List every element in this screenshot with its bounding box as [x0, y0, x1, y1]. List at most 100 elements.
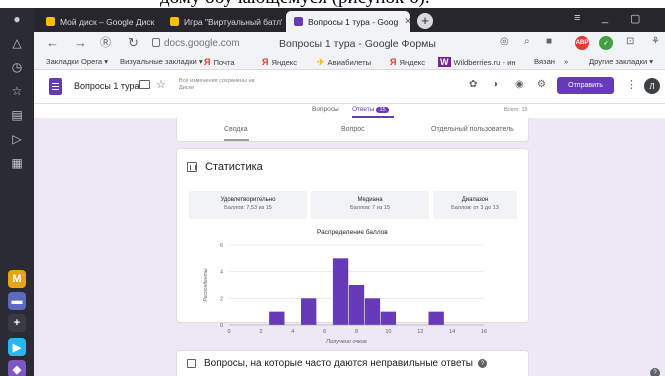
- customize-theme-icon[interactable]: ✿: [469, 79, 477, 90]
- speed-dial-icon[interactable]: △: [8, 34, 26, 52]
- extension-app-icon[interactable]: ◆: [8, 360, 26, 376]
- document-caption: дому обучающемуся (рисунок 6).: [0, 0, 665, 8]
- bookmark-mail[interactable]: Я Почта: [204, 57, 235, 67]
- info-box-icon: [187, 359, 196, 368]
- total-points: Всего: 15: [504, 107, 528, 113]
- x-tick-label: 6: [323, 329, 326, 335]
- minimize-icon[interactable]: _: [602, 12, 608, 24]
- tab-answers[interactable]: Ответы 15: [352, 106, 389, 113]
- bookmark-other[interactable]: Другие закладки ▾: [589, 57, 653, 66]
- bookmark-wildberries[interactable]: W Wildberries.ru - ин: [438, 57, 516, 67]
- extensions-icon[interactable]: ⚘: [651, 36, 660, 47]
- camera-icon[interactable]: ◎: [500, 36, 509, 47]
- subtab-summary[interactable]: Сводка: [224, 126, 248, 133]
- mail-app-icon[interactable]: M: [8, 270, 26, 288]
- avatar[interactable]: Л: [644, 78, 660, 94]
- drive-icon: [46, 17, 55, 26]
- score-distribution-chart: 0 2 4 6 0 2 4 6 8 10 12 14 16 Получено очков Респонден…: [203, 243, 487, 345]
- help-icon[interactable]: ?: [477, 359, 487, 368]
- bookmark-page-icon[interactable]: ■: [546, 36, 552, 47]
- bookmark-opera[interactable]: Закладки Opera ▾: [46, 57, 108, 66]
- tab-google-drive[interactable]: Мой диск – Google Диск: [38, 11, 158, 32]
- apps-grid-icon[interactable]: ▦: [8, 154, 26, 172]
- forms-header: Вопросы 1 тура ☆ Все изменения сохранены…: [34, 70, 665, 104]
- responses-subtabs-card: Сводка Вопрос Отдельный пользователь: [176, 118, 529, 142]
- bookmark-yandex[interactable]: Я Яндекс: [262, 57, 297, 67]
- form-title[interactable]: Вопросы 1 тура: [74, 81, 140, 91]
- y-tick-label: 6: [220, 243, 223, 249]
- tab-strip: Мой диск – Google Диск Игра "Виртуальный…: [34, 8, 665, 32]
- address-bar: ← → Ⓡ ↻ docs.google.com Вопросы 1 тура -…: [34, 32, 665, 55]
- snap-icon[interactable]: ≡: [574, 12, 580, 24]
- subtab-indicator: [224, 139, 249, 141]
- bookmark-yandex-2[interactable]: Я Яндекс: [390, 57, 425, 67]
- shield-icon[interactable]: ✓: [599, 36, 613, 50]
- folder-icon[interactable]: [139, 80, 150, 89]
- forward-icon[interactable]: →: [74, 36, 87, 50]
- answers-count-badge: 15: [376, 107, 389, 113]
- play-app-icon[interactable]: ▶: [8, 338, 26, 356]
- forms-logo-icon[interactable]: [49, 78, 62, 95]
- close-tab-icon[interactable]: ✕: [404, 16, 410, 27]
- tab-virtual-battle[interactable]: Игра "Виртуальный батл": [162, 11, 282, 32]
- bookmarks-icon[interactable]: ☆: [8, 82, 26, 100]
- plane-icon: ✈: [317, 57, 325, 67]
- adblock-icon[interactable]: ABP: [575, 36, 589, 50]
- more-options-icon[interactable]: ⋮: [626, 78, 637, 91]
- preview-icon[interactable]: ◉: [515, 79, 524, 90]
- page-title: Вопросы 1 тура - Google Формы: [279, 38, 436, 50]
- frequent-wrong-answers-title: Вопросы, на которые часто даются неправи…: [204, 358, 473, 369]
- x-tick-label: 10: [385, 329, 391, 335]
- palette-icon[interactable]: ◑: [492, 79, 498, 90]
- stat-average: Удовлетворительно Баллов: 7,53 из 15: [189, 191, 307, 219]
- x-tick-label: 12: [417, 329, 423, 335]
- profile-icon[interactable]: ●: [8, 10, 26, 28]
- star-icon[interactable]: ☆: [156, 78, 166, 91]
- yandex-icon[interactable]: Ⓡ: [100, 36, 111, 50]
- add-app-icon[interactable]: +: [8, 314, 26, 332]
- back-icon[interactable]: ←: [46, 36, 59, 50]
- messenger-app-icon[interactable]: ▬: [8, 292, 26, 310]
- settings-icon[interactable]: ⚙: [537, 79, 546, 90]
- subtab-individual[interactable]: Отдельный пользователь: [431, 126, 514, 133]
- bookmarks-overflow[interactable]: »: [564, 57, 568, 66]
- tab-questions[interactable]: Вопросы: [312, 106, 339, 113]
- y-tick-label: 4: [220, 270, 223, 276]
- search-icon[interactable]: ⌕: [524, 36, 530, 47]
- maximize-icon[interactable]: ▢: [630, 12, 640, 25]
- y-axis-label: Респонденты: [203, 268, 209, 301]
- y-tick-label: 2: [220, 296, 223, 302]
- reload-icon[interactable]: ↻: [128, 36, 139, 50]
- x-tick-label: 8: [355, 329, 358, 335]
- drive-icon: [170, 17, 179, 26]
- save-status: Все изменения сохранены на Диске: [179, 78, 255, 91]
- bookmark-avia[interactable]: ✈ Авиабилеты: [317, 57, 371, 68]
- player-icon[interactable]: ▷: [8, 130, 26, 148]
- lock-icon: [152, 38, 160, 47]
- bookmark-knit[interactable]: Вязан: [534, 57, 555, 66]
- notes-icon[interactable]: ▤: [8, 106, 26, 124]
- statistics-card: Статистика Удовлетворительно Баллов: 7,5…: [176, 148, 529, 345]
- forms-icon: [294, 17, 303, 26]
- tab-forms-questions[interactable]: Вопросы 1 тура - Goog ✕: [286, 11, 410, 32]
- subtab-question[interactable]: Вопрос: [341, 126, 365, 133]
- stat-median: Медиана Баллов: 7 из 15: [311, 191, 429, 219]
- history-icon[interactable]: ◷: [8, 58, 26, 76]
- frequent-wrong-answers-card: Вопросы, на которые часто даются неправи…: [176, 350, 529, 376]
- send-button[interactable]: Отправить: [557, 77, 614, 94]
- chart-bar: [348, 285, 365, 325]
- x-axis-label: Получено очков: [326, 339, 367, 345]
- chart-bar: [332, 258, 349, 325]
- new-tab-button[interactable]: +: [417, 13, 433, 29]
- flow-icon[interactable]: ⊡: [626, 36, 634, 47]
- help-icon[interactable]: ?: [650, 368, 660, 376]
- url-field[interactable]: docs.google.com: [164, 38, 240, 49]
- y-tick-label: 0: [220, 323, 223, 329]
- bookmarks-bar: Закладки Opera ▾ Визуальные закладки ▾ Я…: [34, 55, 665, 70]
- x-tick-label: 0: [227, 329, 230, 335]
- bookmark-visual[interactable]: Визуальные закладки ▾: [120, 57, 203, 66]
- stat-range: Диапазон Баллов: от 3 до 13: [433, 191, 517, 219]
- chart-title: Распределение баллов: [317, 229, 388, 236]
- x-tick-label: 16: [481, 329, 487, 335]
- chart-bar: [301, 298, 317, 325]
